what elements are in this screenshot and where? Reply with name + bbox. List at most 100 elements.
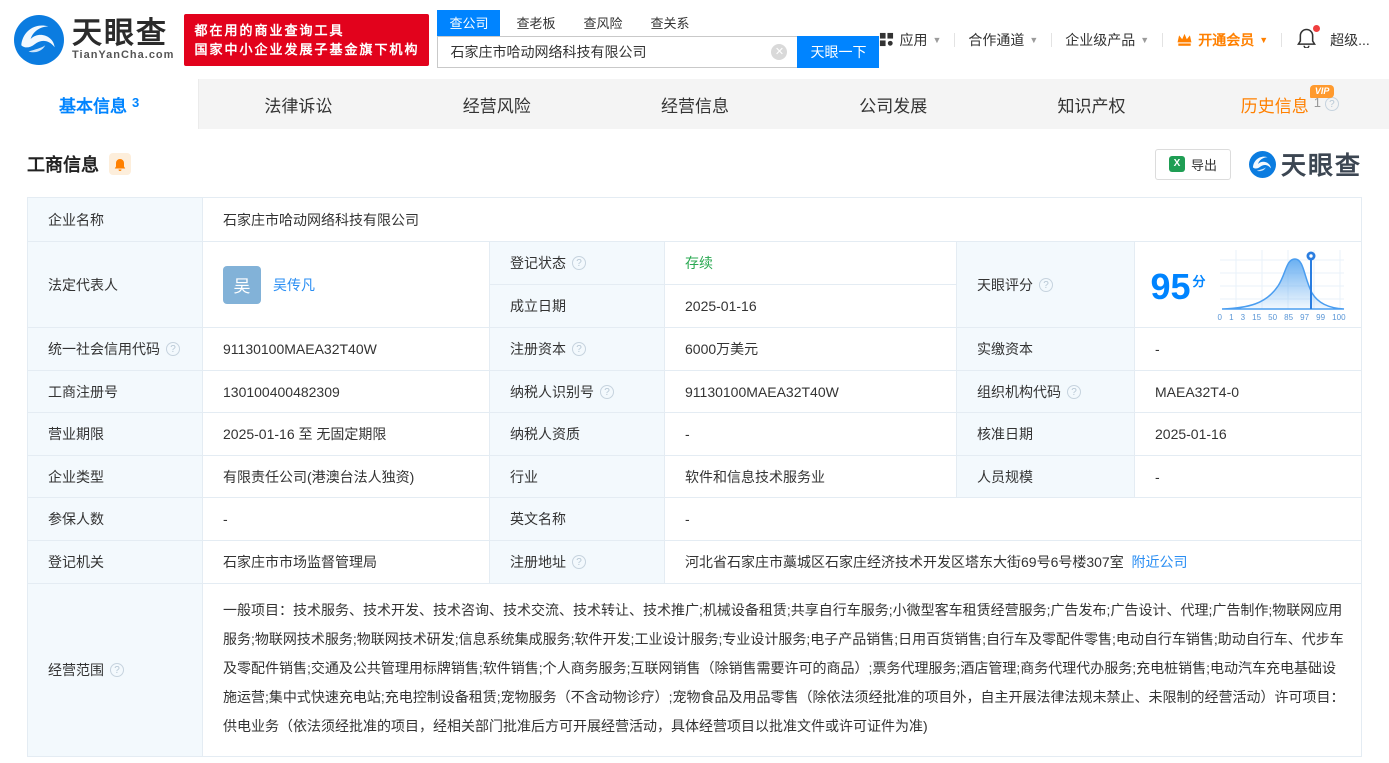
tab-basic-count: 3: [132, 94, 140, 110]
logo-domain: TianYanCha.com: [72, 48, 175, 61]
score-unit: 分: [1192, 274, 1206, 289]
business-term-label: 营业期限: [28, 413, 203, 456]
help-icon[interactable]: ?: [572, 256, 586, 270]
staff-size-label: 人员规模: [957, 456, 1135, 498]
score-value: 95 分 0 1 3 15 50 85 97 99 100: [1135, 242, 1361, 328]
score-distribution-chart: 0 1 3 15 50 85 97 99 100: [1218, 248, 1346, 322]
tianyancha-swirl-icon: [1248, 150, 1276, 178]
legal-rep-value: 吴 吴传凡: [203, 242, 490, 328]
reg-status-value: 存续: [665, 242, 957, 285]
chevron-down-icon: ▼: [1140, 34, 1150, 45]
reg-capital-value: 6000万美元: [665, 328, 957, 371]
nav-apps[interactable]: 应用 ▼: [879, 30, 941, 50]
nav-account[interactable]: 超级... ▼: [1330, 30, 1389, 50]
clear-search-icon[interactable]: ✕: [771, 43, 788, 60]
tab-risk[interactable]: 经营风险: [398, 79, 596, 129]
search-button[interactable]: 天眼一下: [797, 35, 880, 68]
top-header: 天眼查 TianYanCha.com 都在用的商业查询工具 国家中小企业发展子基…: [0, 0, 1389, 79]
help-icon[interactable]: ?: [572, 342, 586, 356]
nav-open-vip[interactable]: 开通会员 ▼: [1176, 30, 1268, 50]
help-icon[interactable]: ?: [1324, 97, 1339, 111]
nav-enterprise[interactable]: 企业级产品 ▼: [1065, 30, 1149, 50]
tab-basic-label: 基本信息: [59, 96, 128, 116]
section-title: 工商信息: [27, 155, 99, 175]
tab-operation-label: 经营信息: [660, 96, 729, 116]
search-input[interactable]: [437, 35, 798, 68]
chevron-down-icon: ▼: [1259, 34, 1269, 45]
help-icon[interactable]: ?: [1067, 384, 1081, 399]
nav-partner-label: 合作通道: [968, 31, 1025, 48]
reg-number-value: 130100400482309: [203, 371, 490, 413]
taxpayer-quality-value: -: [665, 413, 957, 456]
business-term-value: 2025-01-16 至 无固定期限: [203, 413, 490, 456]
org-code-label: 组织机构代码?: [957, 371, 1135, 413]
org-code-value: MAEA32T4-0: [1135, 371, 1361, 413]
credit-code-value: 91130100MAEA32T40W: [203, 328, 490, 371]
reg-number-label: 工商注册号: [28, 371, 203, 413]
english-name-value: -: [665, 498, 1361, 541]
english-name-label: 英文名称: [490, 498, 665, 541]
establish-date-value: 2025-01-16: [665, 285, 957, 328]
reg-capital-label: 注册资本?: [490, 328, 665, 371]
company-name-label: 企业名称: [28, 198, 203, 242]
promo-line2: 国家中小企业发展子基金旗下机构: [194, 41, 420, 57]
industry-label: 行业: [490, 456, 665, 498]
export-button[interactable]: X 导出: [1154, 148, 1231, 180]
company-type-label: 企业类型: [28, 456, 203, 498]
paid-capital-value: -: [1135, 328, 1361, 371]
divider: [1281, 32, 1283, 47]
legal-rep-label: 法定代表人: [28, 242, 203, 328]
tab-ip[interactable]: 知识产权: [992, 79, 1190, 129]
tab-basic-info[interactable]: 基本信息 3: [0, 79, 200, 129]
tab-history[interactable]: VIP 历史信息 1 ?: [1191, 79, 1389, 129]
insured-count-value: -: [203, 498, 490, 541]
industry-value: 软件和信息技术服务业: [665, 456, 957, 498]
help-icon[interactable]: ?: [110, 663, 124, 677]
notification-dot: [1313, 25, 1321, 32]
nearby-companies-link[interactable]: 附近公司: [1132, 552, 1188, 572]
watermark-text: 天眼查: [1280, 152, 1362, 180]
tianyancha-swirl-icon: [14, 14, 64, 65]
avatar[interactable]: 吴: [223, 265, 261, 304]
taxpayer-quality-label: 纳税人资质: [490, 413, 665, 456]
legal-rep-link[interactable]: 吴传凡: [273, 275, 315, 295]
help-icon[interactable]: ?: [572, 555, 586, 569]
apps-grid-icon: [880, 32, 894, 47]
excel-icon: X: [1168, 156, 1185, 172]
notifications-bell[interactable]: [1297, 25, 1321, 51]
help-icon[interactable]: ?: [166, 342, 180, 356]
tab-history-label: 历史信息: [1240, 96, 1309, 116]
help-icon[interactable]: ?: [1039, 277, 1053, 292]
search-tab-company[interactable]: 查公司: [437, 9, 501, 36]
company-type-value: 有限责任公司(港澳台法人独资): [203, 456, 490, 498]
tab-risk-label: 经营风险: [462, 96, 531, 116]
approval-date-label: 核准日期: [957, 413, 1135, 456]
staff-size-value: -: [1135, 456, 1361, 498]
top-nav: 应用 ▼ 合作通道 ▼ 企业级产品 ▼ 开通会员 ▼ 超级...: [879, 25, 1389, 51]
nav-vip-label: 开通会员: [1198, 31, 1255, 48]
reg-authority-label: 登记机关: [28, 541, 203, 584]
tab-legal-label: 法律诉讼: [264, 96, 333, 116]
approval-date-value: 2025-01-16: [1135, 413, 1361, 456]
nav-partner[interactable]: 合作通道 ▼: [968, 30, 1038, 50]
establish-date-label: 成立日期: [490, 285, 665, 328]
paid-capital-label: 实缴资本: [957, 328, 1135, 371]
monitor-bell-button[interactable]: [109, 153, 131, 175]
tab-development[interactable]: 公司发展: [794, 79, 992, 129]
reg-authority-value: 石家庄市市场监督管理局: [203, 541, 490, 584]
promo-banner: 都在用的商业查询工具 国家中小企业发展子基金旗下机构: [184, 13, 430, 66]
tianyancha-logo[interactable]: 天眼查 TianYanCha.com: [14, 14, 175, 65]
help-icon[interactable]: ?: [600, 384, 614, 399]
search-tab-boss[interactable]: 查老板: [504, 10, 567, 36]
search-tab-relation[interactable]: 查关系: [639, 10, 702, 36]
bell-icon: [114, 158, 126, 171]
tab-development-label: 公司发展: [859, 96, 928, 116]
search-tab-risk[interactable]: 查风险: [571, 10, 634, 36]
tab-legal[interactable]: 法律诉讼: [199, 79, 397, 129]
watermark-logo: 天眼查: [1248, 146, 1362, 182]
tab-operation[interactable]: 经营信息: [596, 79, 794, 129]
crown-icon: [1177, 33, 1192, 46]
nav-account-label: 超级...: [1330, 31, 1370, 48]
business-info-table: 企业名称 石家庄市哈动网络科技有限公司 法定代表人 吴 吴传凡 登记状态? 存续…: [27, 197, 1362, 757]
chevron-down-icon: ▼: [932, 34, 942, 45]
